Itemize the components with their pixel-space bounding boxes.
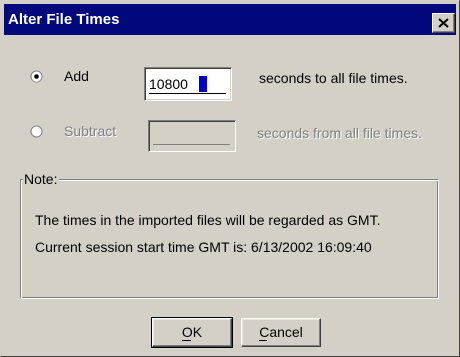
radio-selected-dot [34,74,39,79]
alter-file-times-dialog: Alter File Times Add 10800 seconds to al… [0,0,460,357]
input-underline [153,144,230,145]
close-button[interactable] [432,13,455,33]
subtract-suffix-label: seconds from all file times. [257,125,422,141]
ok-button-label: OK [181,324,203,340]
close-icon [438,18,449,28]
add-label[interactable]: Add [64,68,89,84]
add-seconds-value: 10800 [149,76,188,92]
subtract-radio-button[interactable] [30,125,43,138]
mnemonic-underline [259,340,268,341]
cancel-button[interactable]: Cancel [241,318,321,347]
subtract-seconds-input[interactable] [148,120,236,152]
note-text-line-2: Current session start time GMT is: 6/13/… [35,239,372,255]
input-underline [149,93,226,94]
note-legend: Note: [23,171,60,187]
ok-button[interactable]: OK [151,317,233,348]
cancel-button-label: Cancel [259,324,303,340]
subtract-label[interactable]: Subtract [64,123,116,139]
add-seconds-input[interactable]: 10800 [144,67,232,101]
dialog-title: Alter File Times [8,11,120,28]
mnemonic-underline [181,340,191,341]
add-radio-button[interactable] [30,70,43,83]
note-text-line-1: The times in the imported files will be … [35,212,381,228]
title-bar: Alter File Times [4,4,456,35]
text-caret [199,76,207,92]
add-suffix-label: seconds to all file times. [259,70,408,86]
